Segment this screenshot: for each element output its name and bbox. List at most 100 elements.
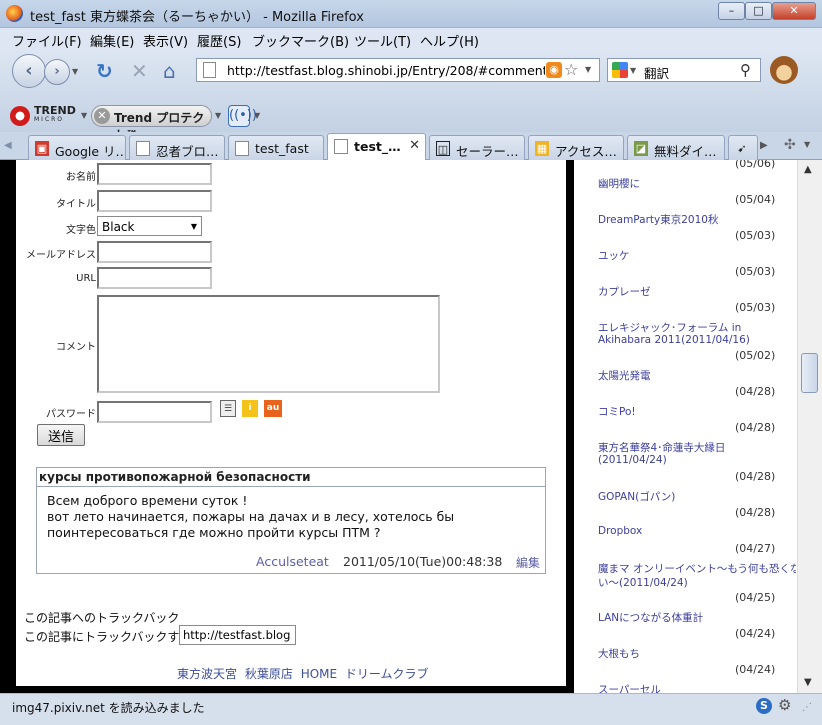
tab-ninja-blog[interactable]: 忍者ブロ…	[129, 135, 225, 160]
reload-icon[interactable]: ↻	[96, 59, 113, 83]
tab-access[interactable]: ▦ アクセス…	[528, 135, 624, 160]
scroll-down-icon[interactable]: ▼	[804, 677, 812, 688]
trend-micro-logo	[10, 106, 30, 126]
addon-toolbar: TREND MICRO ▼ ✕ Trend プロテクト™ ▼ ((•)) ▼	[0, 94, 822, 142]
tab-test-active[interactable]: test_… ✕	[327, 133, 426, 160]
tab-free-diary[interactable]: ◪ 無料ダイ…	[627, 135, 725, 160]
url-bar[interactable]: http://testfast.blog.shinobi.jp/Entry/20…	[196, 58, 600, 82]
google-icon[interactable]	[612, 62, 628, 78]
menu-view[interactable]: 表示(V)	[143, 31, 188, 50]
mobile-info-icon[interactable]: i	[242, 400, 258, 417]
wireless-icon[interactable]: ((•))	[228, 105, 257, 127]
tab-test-fast[interactable]: test_fast	[228, 135, 324, 160]
footer-links: 東方波天宮 秋葉原店 HOME ドリームクラブ	[177, 665, 433, 682]
text-color-select[interactable]: Black ▼	[97, 216, 202, 236]
password-input[interactable]	[97, 401, 212, 423]
tab-google-reader[interactable]: ▣ Google リ…	[28, 135, 126, 160]
search-engine-dropdown-icon[interactable]: ▼	[630, 66, 636, 75]
title-input[interactable]	[97, 190, 212, 212]
forward-button[interactable]: ›	[44, 59, 70, 85]
entry-link[interactable]: エレキジャック･フォーラム in	[598, 320, 741, 335]
entry-link[interactable]: 大根もち	[598, 646, 640, 661]
mobile-list-icon[interactable]: ☰	[220, 400, 236, 417]
entry-date: (05/03)	[735, 301, 776, 314]
comment-line: поинтересоваться где можно пройти курсы …	[47, 525, 381, 540]
menu-file[interactable]: ファイル(F)	[12, 31, 82, 50]
entry-link[interactable]: DreamParty東京2010秋	[598, 212, 718, 227]
new-tab-icon[interactable]: ✣	[784, 137, 796, 153]
footer-link[interactable]: ドリームクラブ	[345, 667, 429, 681]
entry-link[interactable]: 太陽光発電	[598, 368, 651, 383]
scroll-up-icon[interactable]: ▲	[804, 164, 812, 175]
menu-edit[interactable]: 編集(E)	[90, 31, 134, 50]
tab-list-dropdown-icon[interactable]: ▼	[804, 140, 810, 149]
entry-link[interactable]: Dropbox	[598, 525, 642, 537]
entry-link[interactable]: Akihabara 2011(2011/04/16)	[598, 334, 750, 346]
entry-date: (04/24)	[735, 663, 776, 676]
entry-link[interactable]: スーパーセル	[598, 682, 661, 693]
entry-link[interactable]: い～(2011/04/24)	[598, 575, 688, 590]
url-dropdown-icon[interactable]: ▼	[585, 65, 591, 74]
tab-scroll-left-icon[interactable]: ◀	[4, 140, 12, 151]
bookmark-star-icon[interactable]: ☆	[564, 60, 578, 79]
tab-extra[interactable]: ➹	[728, 135, 758, 160]
search-input[interactable]: 翻訳	[644, 63, 669, 82]
rss-icon[interactable]: ◉	[546, 62, 562, 78]
entry-date: (05/02)	[735, 349, 776, 362]
entry-link[interactable]: 魔まマ オンリーイベント～もう何も恐くな	[598, 561, 796, 576]
entry-link[interactable]: GOPAN(ゴパン)	[598, 489, 675, 504]
au-icon[interactable]: au	[264, 400, 282, 417]
entry-link[interactable]: 幽明櫻に	[598, 176, 640, 191]
footer-link[interactable]: 東方波天宮	[177, 667, 237, 681]
resize-grip-icon[interactable]: ⋰	[802, 702, 812, 713]
greasemonkey-icon[interactable]	[770, 56, 798, 84]
entry-link[interactable]: コミPo!	[598, 404, 636, 419]
trend-protect-dropdown-icon[interactable]: ▼	[215, 111, 221, 120]
tab-close-icon[interactable]: ✕	[409, 138, 420, 153]
tab-scroll-right-icon[interactable]: ▶	[760, 140, 768, 151]
footer-link[interactable]: HOME	[301, 667, 337, 681]
scroll-thumb[interactable]	[801, 353, 818, 393]
tab-sailor[interactable]: ◫ セーラー…	[429, 135, 525, 160]
gear-icon[interactable]: ⚙	[778, 696, 791, 714]
close-button[interactable]: ✕	[772, 2, 816, 20]
search-icon[interactable]: ⚲	[740, 61, 751, 79]
name-input[interactable]	[97, 163, 212, 185]
comment-author-link[interactable]: Acculseteat	[256, 554, 329, 569]
vertical-scrollbar[interactable]: ▲ ▼	[797, 160, 822, 693]
menu-help[interactable]: ヘルプ(H)	[420, 31, 479, 50]
menu-history[interactable]: 履歴(S)	[197, 31, 241, 50]
submit-button[interactable]: 送信	[37, 424, 85, 446]
email-input[interactable]	[97, 241, 212, 263]
url-text[interactable]: http://testfast.blog.shinobi.jp/Entry/20…	[227, 63, 545, 78]
trend-protect-button[interactable]: ✕ Trend プロテクト™	[91, 105, 212, 142]
entry-link[interactable]: LANにつながる体重計	[598, 610, 703, 625]
tab-label: 忍者ブロ…	[156, 144, 219, 159]
trend-dropdown-icon[interactable]: ▼	[81, 111, 87, 120]
entry-link[interactable]: (2011/04/24)	[598, 454, 667, 466]
trackback-url-label: この記事にトラックバックする:	[24, 630, 196, 644]
search-bar[interactable]: ▼ 翻訳 ⚲	[607, 58, 761, 82]
entry-link[interactable]: カプレーゼ	[598, 284, 651, 299]
back-button[interactable]: ‹	[12, 54, 46, 88]
minimize-button[interactable]: –	[718, 2, 745, 20]
chevron-down-icon: ▼	[190, 222, 197, 231]
url-input[interactable]	[97, 267, 212, 289]
menu-tools[interactable]: ツール(T)	[354, 31, 411, 50]
skype-icon[interactable]: S	[756, 698, 772, 714]
entry-link[interactable]: 東方名華祭4･命蓮寺大縁日	[598, 440, 725, 455]
maximize-button[interactable]: □	[745, 2, 772, 20]
wireless-dropdown-icon[interactable]: ▼	[254, 111, 260, 120]
entry-date: (04/28)	[735, 506, 776, 519]
menu-bookmarks[interactable]: ブックマーク(B)	[252, 31, 349, 50]
stop-icon[interactable]: ✕	[131, 59, 148, 83]
trackback-url-field[interactable]: http://testfast.blog	[179, 625, 296, 645]
history-dropdown-icon[interactable]: ▼	[72, 67, 78, 76]
comment-edit-link[interactable]: 編集	[516, 554, 540, 571]
footer-link[interactable]: 秋葉原店	[245, 667, 293, 681]
home-icon[interactable]: ⌂	[163, 59, 176, 83]
close-icon: ✕	[94, 108, 110, 124]
comment-textarea[interactable]	[97, 295, 440, 393]
entry-link[interactable]: ユッケ	[598, 248, 630, 263]
menu-bar: ファイル(F) 編集(E) 表示(V) 履歴(S) ブックマーク(B) ツール(…	[0, 28, 822, 50]
